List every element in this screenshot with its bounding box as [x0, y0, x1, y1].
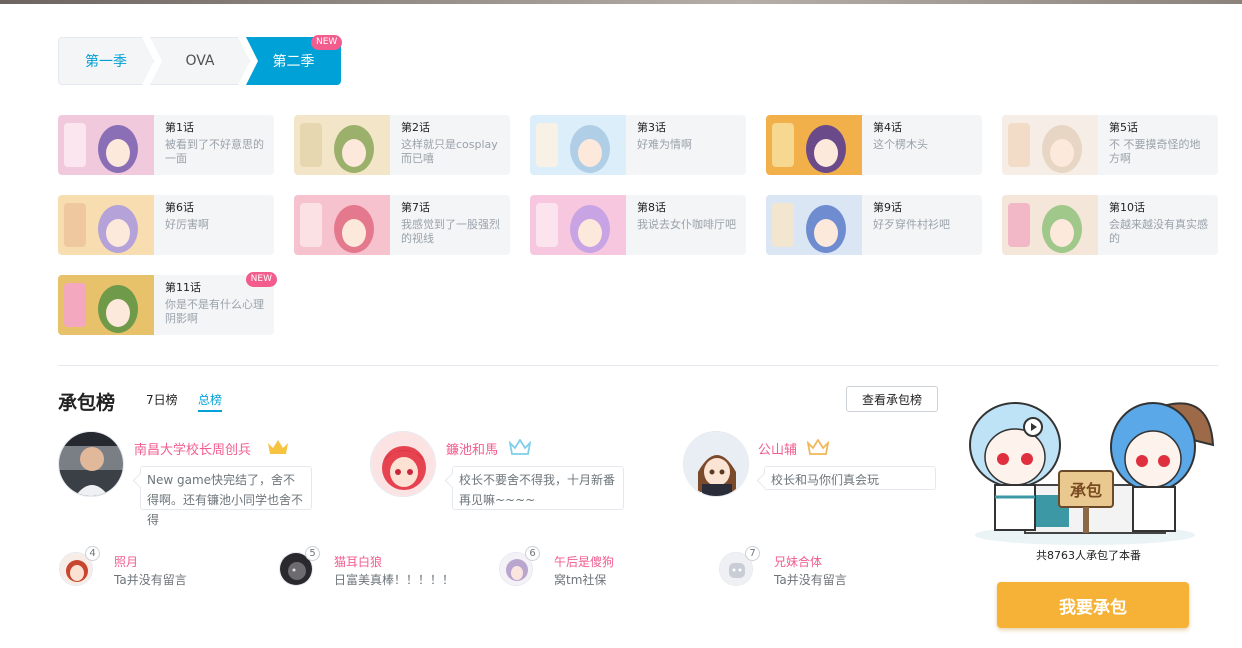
episode-title: 好厉害啊	[165, 218, 209, 231]
user-message: Ta并没有留言	[114, 573, 187, 587]
episode-card[interactable]: 第4话这个楞木头	[766, 115, 982, 175]
sponsor-count: 共8763人承包了本番	[1036, 549, 1141, 562]
episode-card[interactable]: 第8话我说去女仆咖啡厅吧	[530, 195, 746, 255]
top-user-name[interactable]: 公山辅	[758, 439, 797, 458]
top-user-name[interactable]: 南昌大学校长周创兵	[134, 439, 251, 458]
crown-gold-icon	[268, 440, 288, 454]
rank-number: 5	[305, 546, 320, 561]
episode-number: 第6话	[165, 201, 194, 214]
episode-title: 我说去女仆咖啡厅吧	[637, 218, 736, 231]
tab-ova[interactable]: OVA	[150, 37, 250, 85]
episode-number: 第1话	[165, 121, 194, 134]
user-name[interactable]: 猫耳白狼	[334, 553, 382, 570]
rank-number: 6	[525, 546, 540, 561]
view-ranking-button[interactable]: 查看承包榜	[846, 386, 938, 412]
episode-thumbnail	[530, 195, 626, 255]
new-badge: NEW	[311, 35, 343, 50]
episode-card[interactable]: 第7话我感觉到了一股强烈的视线	[294, 195, 510, 255]
avatar[interactable]	[370, 431, 436, 497]
comment-bubble: 校长和马你们真会玩	[764, 466, 936, 490]
mascot-illustration: 承包	[969, 402, 1215, 545]
episode-number: 第8话	[637, 201, 666, 214]
episode-thumbnail	[58, 275, 154, 335]
avatar[interactable]	[58, 431, 124, 497]
episode-title: 不 不要摸奇怪的地方啊	[1109, 138, 1201, 165]
episode-thumbnail	[766, 115, 862, 175]
ranking-title: 承包榜	[58, 392, 116, 414]
user-name[interactable]: 照月	[114, 553, 138, 570]
episode-thumbnail	[1002, 115, 1098, 175]
episode-card[interactable]: 第10话会越来越没有真实感的	[1002, 195, 1218, 255]
episode-title: 这样就只是cosplay而已嘻	[401, 138, 498, 165]
user-name[interactable]: 午后是傻狗	[554, 553, 614, 570]
episode-thumbnail	[766, 195, 862, 255]
episode-number: 第4话	[873, 121, 902, 134]
crown-bronze-icon	[807, 439, 829, 455]
sponsor-button[interactable]: 我要承包	[997, 582, 1189, 628]
episode-card[interactable]: 第3话好难为情啊	[530, 115, 746, 175]
user-message: Ta并没有留言	[774, 573, 847, 587]
episode-card[interactable]: 第11话 你是不是有什么心理阴影啊 NEW	[58, 272, 277, 335]
tab-7day-ranking[interactable]: 7日榜	[146, 391, 178, 408]
episode-thumbnail	[1002, 195, 1098, 255]
episode-number: 第7话	[401, 201, 430, 214]
episode-card[interactable]: 第2话这样就只是cosplay而已嘻	[294, 115, 510, 175]
avatar[interactable]	[683, 431, 749, 497]
new-badge: NEW	[245, 272, 277, 287]
comment-bubble: New game快完结了，舍不得啊。还有镰池小同学也舍不得	[140, 466, 312, 527]
episode-title: 你是不是有什么心理阴影啊	[165, 298, 264, 325]
episode-card[interactable]: 第1话被看到了不好意思的一面	[58, 115, 274, 175]
episode-title: 好难为情啊	[637, 138, 692, 151]
episode-title: 好歹穿件村衫吧	[873, 218, 950, 231]
episode-title: 被看到了不好意思的一面	[165, 138, 264, 165]
sponsor-sign-label: 承包	[1070, 481, 1102, 500]
tab-total-ranking[interactable]: 总榜	[198, 391, 223, 412]
top-user-name[interactable]: 鐮池和馬	[446, 439, 498, 458]
rank-number: 7	[745, 546, 760, 561]
episode-number: 第9话	[873, 201, 902, 214]
episode-thumbnail	[530, 115, 626, 175]
episode-thumbnail	[294, 115, 390, 175]
episode-title: 这个楞木头	[873, 138, 928, 151]
season-tabs: 第一季 OVA 第二季	[58, 37, 341, 85]
user-message: 日富美真棒！！！！！	[334, 573, 455, 587]
episode-number: 第10话	[1109, 201, 1145, 214]
user-message: 窝tm社保	[554, 573, 607, 587]
top-banner-strip	[0, 0, 1242, 4]
episode-number: 第3话	[637, 121, 666, 134]
comment-bubble: 校长不要舍不得我，十月新番再见嘛~~~~	[452, 466, 624, 510]
episode-number: 第2话	[401, 121, 430, 134]
episode-thumbnail	[58, 115, 154, 175]
tab-season-1[interactable]: 第一季	[58, 37, 154, 85]
episode-card[interactable]: 第6话好厉害啊	[58, 195, 274, 255]
episode-thumbnail	[58, 195, 154, 255]
divider	[58, 365, 1218, 366]
episode-title: 会越来越没有真实感的	[1109, 218, 1208, 245]
user-name[interactable]: 兄妹合体	[774, 553, 822, 570]
episode-card[interactable]: 第9话好歹穿件村衫吧	[766, 195, 982, 255]
episode-card[interactable]: 第5话不 不要摸奇怪的地方啊	[1002, 115, 1218, 175]
episode-thumbnail	[294, 195, 390, 255]
crown-silver-icon	[509, 439, 531, 455]
episode-title: 我感觉到了一股强烈的视线	[401, 218, 500, 245]
rank-number: 4	[85, 546, 100, 561]
episode-number: 第5话	[1109, 121, 1138, 134]
